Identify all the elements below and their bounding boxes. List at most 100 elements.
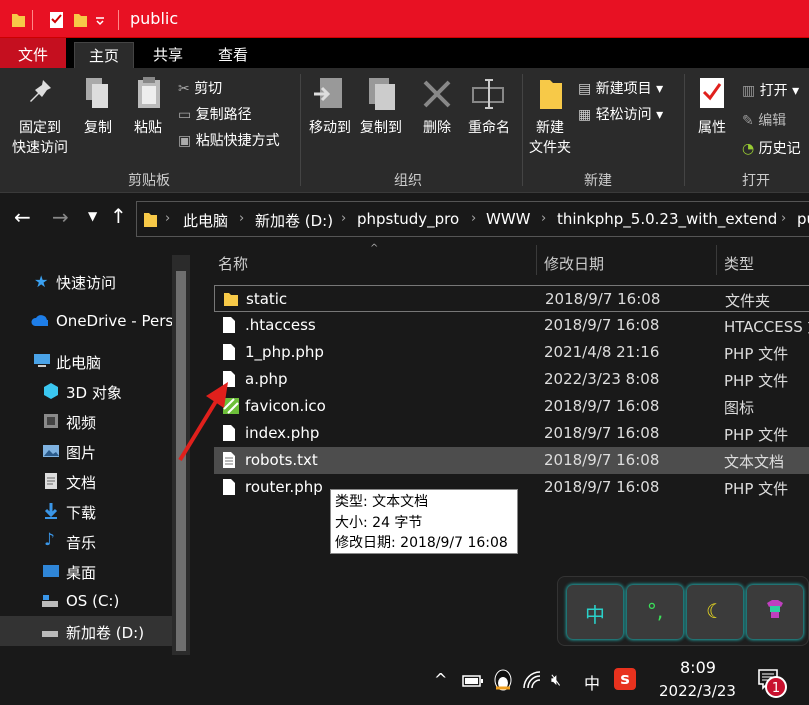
clock-time[interactable]: 8:09 [680,658,716,677]
up-arrow-icon[interactable]: ↑ [110,204,127,228]
sidebar-item-this-pc[interactable]: 此电脑 [0,346,172,376]
tab-share[interactable]: 共享 [139,42,197,68]
drive-icon [42,631,58,637]
file-type: 文件夹 [725,292,771,310]
volume-muted-icon[interactable]: 🔇︎ [551,670,561,690]
sidebar-item-drive-c[interactable]: OS (C:) [0,586,172,616]
sidebar-item-downloads[interactable]: 下载 [0,496,172,526]
column-header-type[interactable]: 类型 [724,253,754,274]
breadcrumb-chevron-icon[interactable]: › [165,211,170,226]
table-row[interactable]: a.php 2022/3/23 8:08 PHP 文件 [214,366,809,393]
address-bar[interactable]: › 此电脑 › 新加卷 (D:) › phpstudy_pro › WWW › … [136,201,809,237]
file-type: PHP 文件 [724,372,789,390]
new-folder-button[interactable]: 新建 文件夹 [524,76,576,158]
rename-button[interactable]: 重命名 [462,76,516,138]
edit-button[interactable]: ✎ 编辑 [742,110,786,130]
tab-view[interactable]: 查看 [204,42,262,68]
ime-punctuation-key[interactable]: °, [627,585,683,639]
file-type: PHP 文件 [724,345,789,363]
file-modified: 2018/9/7 16:08 [544,478,660,496]
column-divider[interactable] [716,245,717,275]
history-button[interactable]: ◔ 历史记 [742,138,801,158]
copy-to-button[interactable]: 复制到 [356,76,406,138]
paste-shortcut-button[interactable]: ▣ 粘贴快捷方式 [178,130,280,150]
copy-icon [86,78,108,108]
sidebar-item-quick-access[interactable]: ★ 快速访问 [0,266,172,296]
sogou-ime-icon[interactable]: s [614,668,636,690]
sidebar-item-label: 此电脑 [56,354,102,372]
breadcrumb-chevron-icon[interactable]: › [781,211,786,226]
sidebar-item-drive-d[interactable]: 新加卷 (D:) [0,616,172,646]
move-to-label: 移动到 [309,120,351,136]
delete-button[interactable]: 删除 [417,76,457,138]
table-row[interactable]: index.php 2018/9/7 16:08 PHP 文件 [214,420,809,447]
breadcrumb-chevron-icon[interactable]: › [341,211,346,226]
ime-night-mode-key[interactable]: ☾ [687,585,743,639]
column-header-modified[interactable]: 修改日期 [544,253,604,274]
sidebar-item-pictures[interactable]: 图片 [0,436,172,466]
open-button[interactable]: ▥ 打开 ▾ [742,80,799,100]
file-name: 1_php.php [245,343,324,361]
ime-skin-key[interactable] [747,585,803,639]
forward-arrow-icon[interactable]: → [52,205,69,229]
breadcrumb-phpstudy[interactable]: phpstudy_pro [357,210,459,228]
sidebar-item-videos[interactable]: 视频 [0,406,172,436]
copy-path-button[interactable]: ▭ 复制路径 [178,104,252,124]
breadcrumb-thinkphp[interactable]: thinkphp_5.0.23_with_extend [557,210,777,228]
ime-mode-key[interactable]: 中 [567,585,623,639]
qq-penguin-icon[interactable] [492,668,514,692]
copy-to-icon [369,78,395,110]
breadcrumb-this-pc[interactable]: 此电脑 [183,210,228,231]
cut-button[interactable]: ✂ 剪切 [178,78,222,98]
table-row[interactable]: robots.txt 2018/9/7 16:08 文本文档 [214,447,809,474]
breadcrumb-drive-d[interactable]: 新加卷 (D:) [255,210,333,231]
wifi-icon[interactable] [522,670,544,690]
back-arrow-icon[interactable]: ← [14,205,31,229]
new-item-button[interactable]: ▤ 新建项目 ▾ [578,78,663,98]
tab-file[interactable]: 文件 [0,38,67,68]
column-divider[interactable] [536,245,537,275]
picture-icon [43,445,59,457]
table-row[interactable]: favicon.ico 2018/9/7 16:08 图标 [214,393,809,420]
ime-mode-label: 中 [585,603,605,627]
file-name: favicon.ico [245,397,326,415]
sidebar-item-3d-objects[interactable]: 3D 对象 [0,376,172,406]
paste-button[interactable]: 粘贴 [126,76,170,138]
breadcrumb-chevron-icon[interactable]: › [471,211,476,226]
table-row[interactable]: static 2018/9/7 16:08 文件夹 [214,285,809,312]
tooltip-type: 类型: 文本文档 [335,494,429,510]
properties-button[interactable]: 属性 [690,76,734,138]
sidebar-item-label: 桌面 [66,564,97,582]
column-header-name[interactable]: 名称 [218,253,248,274]
quick-access-toolbar [12,10,119,30]
sidebar-item-label: 图片 [66,444,97,462]
table-row[interactable]: 1_php.php 2021/4/8 21:16 PHP 文件 [214,339,809,366]
cube-icon [44,383,58,399]
properties-icon [700,78,724,108]
easy-access-button[interactable]: ▦ 轻松访问 ▾ [578,104,663,124]
sidebar-item-documents[interactable]: 文档 [0,466,172,496]
copy-label: 复制 [84,120,112,136]
new-item-label: 新建项目 [595,81,652,97]
breadcrumb-public[interactable]: pu [797,210,809,228]
battery-icon[interactable] [462,674,484,688]
ime-indicator[interactable]: 中 [584,670,600,694]
table-row[interactable]: .htaccess 2018/9/7 16:08 HTACCESS 文 [214,312,809,339]
show-hidden-icons-chevron-icon[interactable]: ^ [434,670,447,689]
breadcrumb-chevron-icon[interactable]: › [239,211,244,226]
file-tooltip: 类型: 文本文档 大小: 24 字节 修改日期: 2018/9/7 16:08 [330,489,518,554]
pin-quick-access-button[interactable]: 固定到 快速访问 [6,76,74,158]
sidebar-item-music[interactable]: ♪ 音乐 [0,526,172,556]
breadcrumb-chevron-icon[interactable]: › [541,211,546,226]
copy-button[interactable]: 复制 [78,76,118,138]
file-name: .htaccess [245,316,316,334]
tab-home[interactable]: 主页 [74,42,135,68]
sidebar-item-desktop[interactable]: 桌面 [0,556,172,586]
clock-date[interactable]: 2022/3/23 [659,682,736,700]
move-to-button[interactable]: 移动到 [305,76,355,138]
recent-locations-chevron-icon[interactable]: ▼ [88,209,97,223]
sidebar-item-onedrive[interactable]: OneDrive - Perso [0,306,172,336]
file-type: PHP 文件 [724,480,789,498]
sort-ascending-icon: ^ [370,243,379,254]
breadcrumb-www[interactable]: WWW [486,210,531,228]
